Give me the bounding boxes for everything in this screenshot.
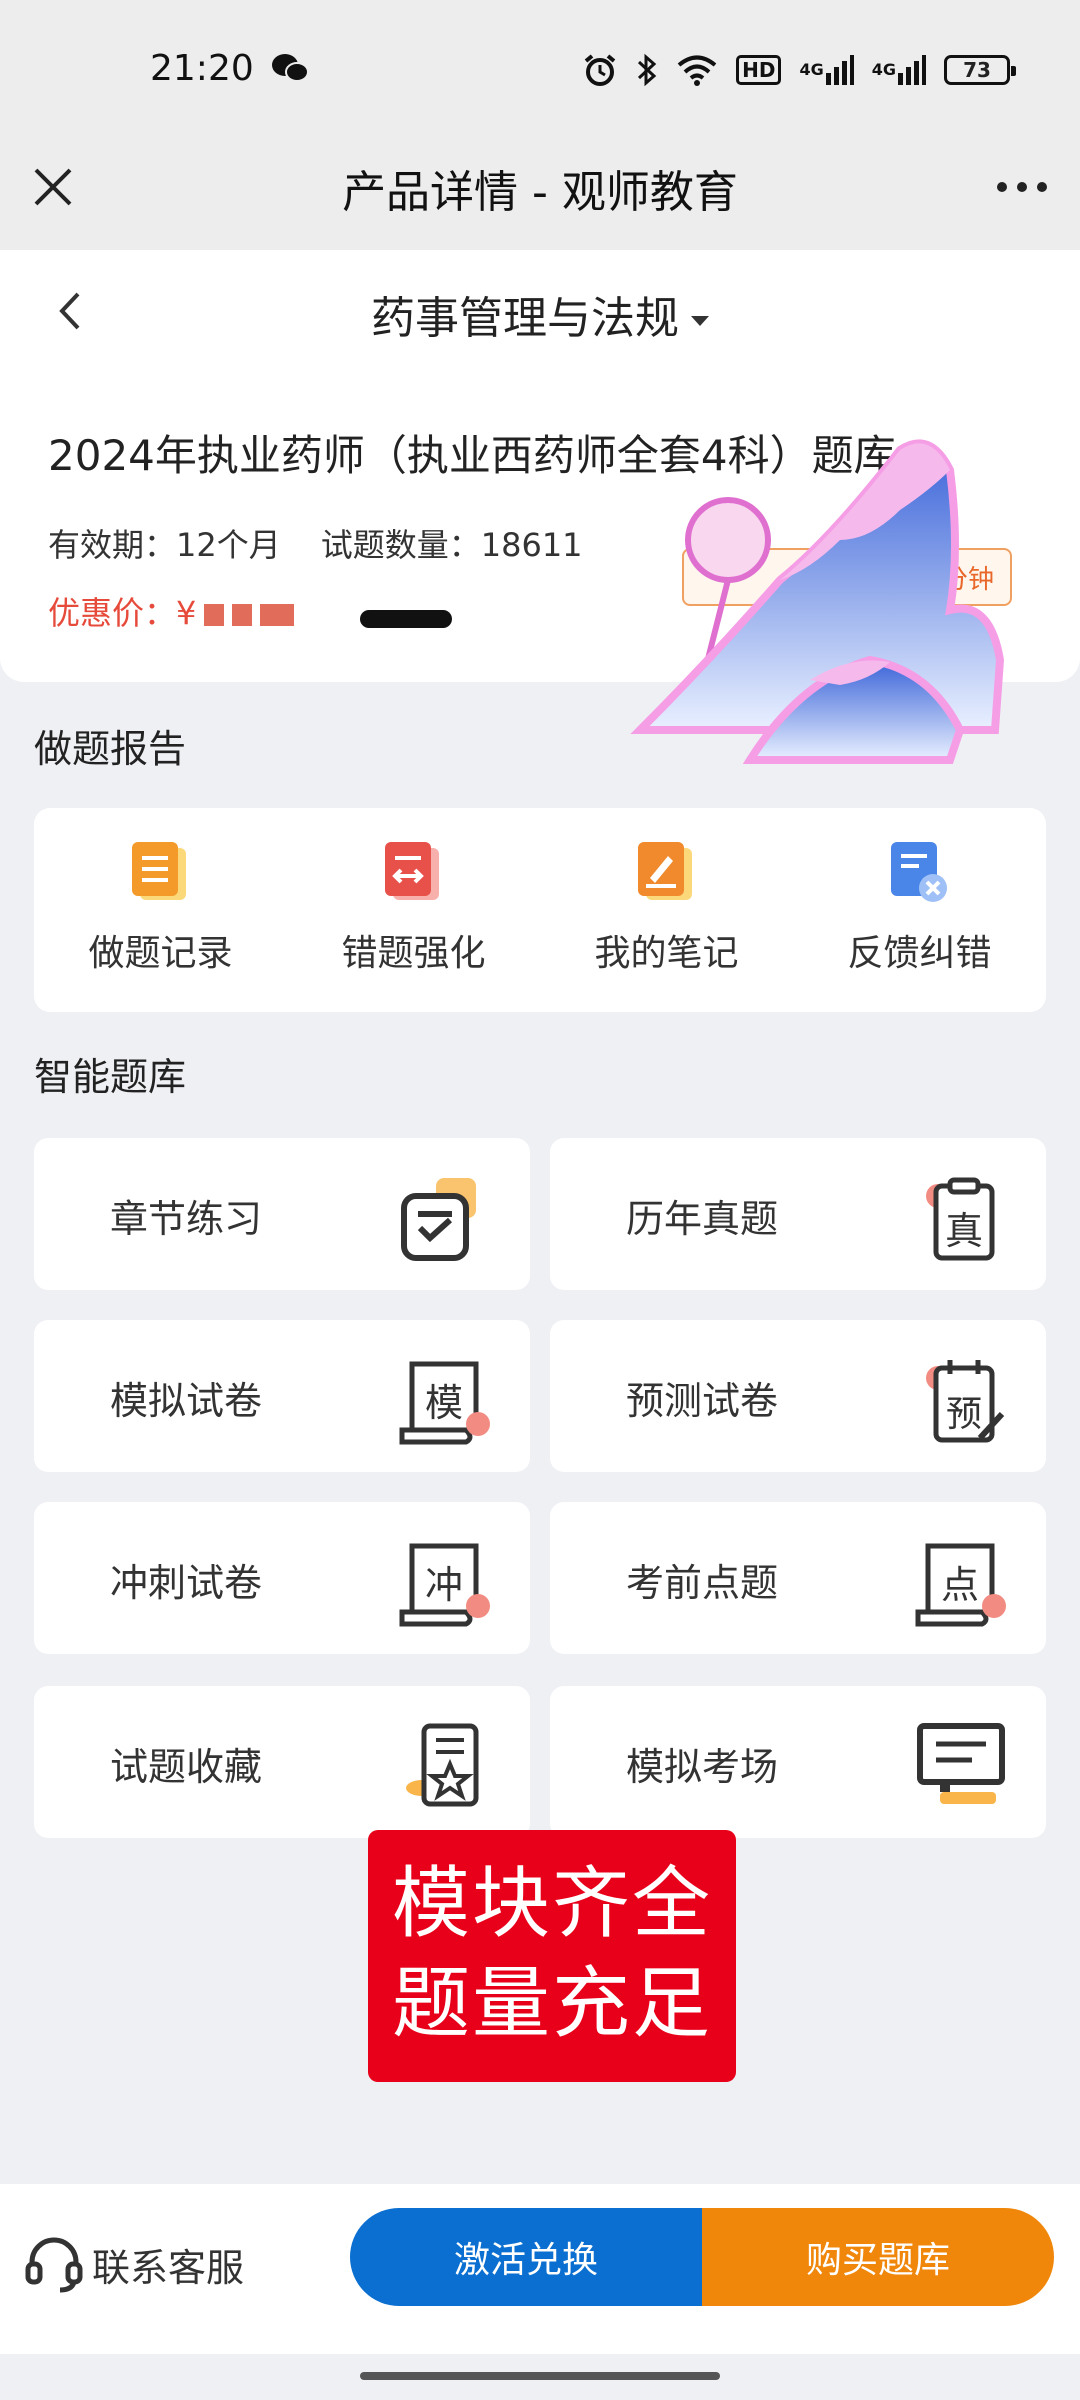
customer-service-label: 联系客服	[92, 2245, 245, 2290]
buy-question-bank-button[interactable]: 购买题库	[702, 2208, 1054, 2306]
product-meta: 有效期：12个月 试题数量：18611	[48, 520, 583, 566]
signal-icon-2: 4G	[872, 52, 926, 88]
mock-exam-room-icon	[917, 1723, 1005, 1804]
svg-text:模: 模	[425, 1381, 463, 1425]
tile-label: 考前点题	[626, 1561, 779, 1605]
wifi-icon	[677, 55, 717, 86]
banner-line-1: 模块齐全	[391, 1859, 712, 1949]
report-item-notes[interactable]: 我的笔记	[540, 808, 793, 1012]
report-item-feedback[interactable]: 反馈纠错	[793, 808, 1046, 1012]
battery-indicator: 73	[944, 55, 1016, 85]
key-points-icon: 点	[915, 1543, 1006, 1627]
tile-label: 冲刺试卷	[110, 1561, 263, 1605]
report-section-title: 做题报告	[34, 727, 187, 771]
validity: 有效期：12个月	[48, 526, 281, 564]
wrong-question-icon	[384, 842, 439, 900]
tile-chapter-practice[interactable]: 章节练习	[34, 1138, 530, 1290]
tile-label: 试题收藏	[110, 1745, 263, 1789]
favorites-icon	[406, 1723, 479, 1807]
price-line: 优惠价：¥	[48, 588, 295, 634]
subject-label: 药事管理与法规	[371, 293, 679, 344]
question-count: 试题数量：18611	[320, 526, 583, 564]
report-card: 做题记录 错题强化 我的笔记 反馈纠错	[34, 808, 1046, 1012]
chevron-down-icon	[691, 316, 709, 326]
svg-text:点: 点	[941, 1563, 979, 1607]
tile-label: 模拟试卷	[110, 1379, 263, 1423]
subject-dropdown[interactable]: 药事管理与法规	[0, 282, 1080, 346]
headset-icon	[25, 2237, 83, 2293]
status-bar: 21:20 HD 4G 4G 73	[0, 0, 1080, 140]
price-label: 优惠价：¥	[48, 594, 197, 632]
redacted-price-2	[232, 604, 253, 626]
tile-predict-paper[interactable]: 预测试卷 预	[550, 1320, 1046, 1472]
chapter-practice-icon	[401, 1178, 476, 1261]
svg-text:真: 真	[945, 1209, 983, 1253]
tile-label: 模拟考场	[626, 1745, 779, 1789]
report-label: 我的笔记	[594, 933, 739, 974]
tile-mock-paper[interactable]: 模拟试卷 模	[34, 1320, 530, 1472]
page-title: 产品详情 - 观师教育	[342, 167, 738, 218]
signal-icon-1: 4G	[799, 52, 854, 88]
tile-label: 预测试卷	[626, 1379, 779, 1423]
report-label: 错题强化	[341, 933, 486, 974]
tile-key-points[interactable]: 考前点题 点	[550, 1502, 1046, 1654]
past-exams-icon: 真	[926, 1177, 995, 1261]
bank-section-title: 智能题库	[34, 1055, 187, 1099]
customer-service-button[interactable]: 联系客服	[24, 2234, 244, 2294]
status-icons: HD 4G 4G 73	[582, 50, 1016, 90]
report-item-wrong[interactable]: 错题强化	[287, 808, 540, 1012]
mock-paper-icon: 模	[399, 1361, 490, 1445]
redacted-price-3	[260, 604, 295, 626]
alarm-icon	[584, 54, 616, 86]
report-label: 反馈纠错	[847, 933, 992, 974]
subject-bar: 药事管理与法规	[0, 250, 1080, 372]
promo-banner: 模块齐全 题量充足	[368, 1830, 736, 2082]
record-icon	[131, 842, 186, 900]
bottom-action-bar: 联系客服 激活兑换 购买题库	[0, 2184, 1080, 2354]
feedback-icon	[890, 842, 947, 902]
tile-label: 章节练习	[110, 1197, 263, 1241]
title-bar: 产品详情 - 观师教育	[0, 140, 1080, 250]
svg-text:预: 预	[946, 1394, 982, 1435]
banner-line-2: 题量充足	[391, 1959, 712, 2049]
wechat-icon	[272, 54, 309, 82]
tile-favorites[interactable]: 试题收藏	[34, 1686, 530, 1838]
tile-sprint-paper[interactable]: 冲刺试卷 冲	[34, 1502, 530, 1654]
redacted-price	[204, 604, 225, 626]
activate-redeem-button[interactable]: 激活兑换	[350, 2208, 702, 2306]
report-item-record[interactable]: 做题记录	[34, 808, 287, 1012]
svg-text:冲: 冲	[425, 1563, 463, 1607]
status-time: 21:20	[150, 48, 254, 89]
tile-past-exams[interactable]: 历年真题 真	[550, 1138, 1046, 1290]
mountain-sticker	[630, 439, 1005, 764]
predict-paper-icon: 预	[926, 1360, 1005, 1443]
report-label: 做题记录	[88, 933, 233, 974]
redaction-scribble	[360, 610, 452, 628]
bluetooth-icon	[638, 53, 657, 87]
more-options-icon[interactable]	[992, 162, 1052, 212]
tile-label: 历年真题	[626, 1197, 779, 1241]
sprint-paper-icon: 冲	[399, 1543, 490, 1627]
hd-badge: HD	[736, 55, 782, 85]
tile-mock-exam-room[interactable]: 模拟考场	[550, 1686, 1046, 1838]
gesture-nav-bar[interactable]	[360, 2372, 720, 2380]
notes-icon	[637, 842, 692, 900]
